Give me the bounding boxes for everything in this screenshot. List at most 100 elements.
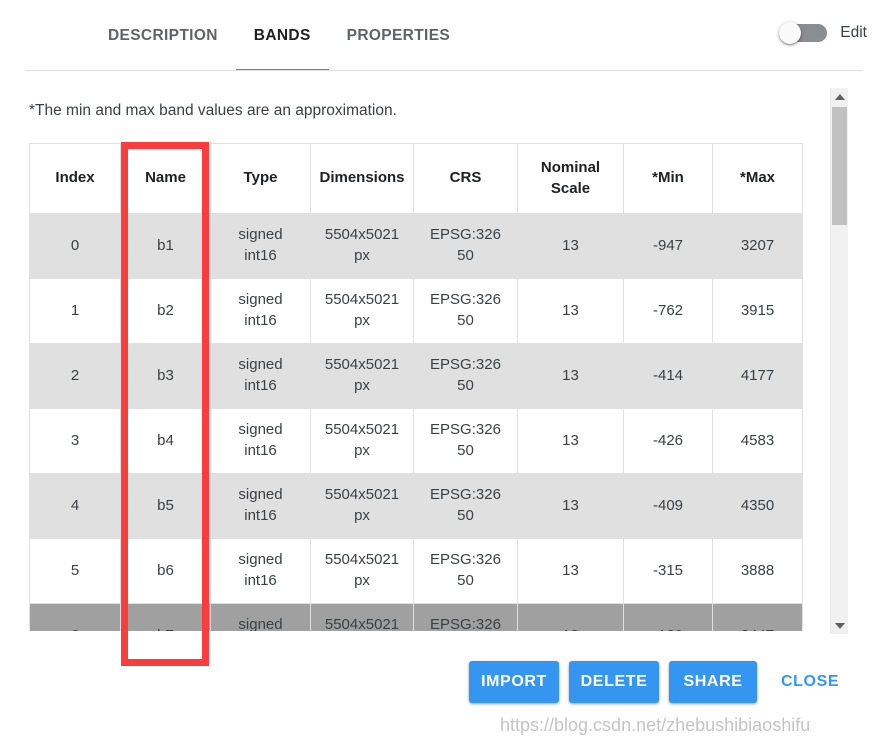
cell-type-line2: int16 xyxy=(215,571,306,592)
cell-dimensions: 5504x5021px xyxy=(311,604,414,632)
cell-type-line1: signed xyxy=(215,550,306,571)
col-header-dimensions[interactable]: Dimensions xyxy=(311,144,414,214)
col-header-index[interactable]: Index xyxy=(30,144,121,214)
col-header-type[interactable]: Type xyxy=(211,144,311,214)
cell-type: signedint16 xyxy=(211,604,311,632)
tab-properties[interactable]: PROPERTIES xyxy=(329,0,468,71)
cell-crs: EPSG:32650 xyxy=(414,214,518,279)
cell-dims-line2: px xyxy=(315,246,409,267)
tab-bar: DESCRIPTION BANDS PROPERTIES Edit xyxy=(0,0,889,71)
cell-name: b7 xyxy=(121,604,211,632)
dialog-footer: IMPORT DELETE SHARE CLOSE xyxy=(0,651,889,741)
cell-type-line1: signed xyxy=(215,485,306,506)
cell-index: 5 xyxy=(30,539,121,604)
cell-max: 4583 xyxy=(713,409,803,474)
cell-index: 6 xyxy=(30,604,121,632)
cell-name: b5 xyxy=(121,474,211,539)
approximation-note: *The min and max band values are an appr… xyxy=(29,102,397,120)
cell-type-line1: signed xyxy=(215,615,306,631)
table-row[interactable]: 3 b4 signedint16 5504x5021px EPSG:32650 … xyxy=(30,409,803,474)
cell-crs-line2: 50 xyxy=(418,311,513,332)
cell-crs-line1: EPSG:326 xyxy=(418,290,513,311)
cell-crs: EPSG:32650 xyxy=(414,539,518,604)
edit-toggle[interactable]: Edit xyxy=(779,22,867,44)
cell-type: signedint16 xyxy=(211,474,311,539)
scroll-down-arrow-icon[interactable] xyxy=(831,617,848,634)
table-row[interactable]: 4 b5 signedint16 5504x5021px EPSG:32650 … xyxy=(30,474,803,539)
cell-dimensions: 5504x5021px xyxy=(311,474,414,539)
cell-nominal-scale: 13 xyxy=(518,214,624,279)
cell-type: signedint16 xyxy=(211,214,311,279)
tab-description[interactable]: DESCRIPTION xyxy=(108,0,236,71)
cell-crs-line1: EPSG:326 xyxy=(418,225,513,246)
close-button[interactable]: CLOSE xyxy=(775,661,845,703)
cell-dims-line2: px xyxy=(315,571,409,592)
cell-type-line1: signed xyxy=(215,290,306,311)
cell-nominal-scale: 13 xyxy=(518,474,624,539)
cell-max: 3207 xyxy=(713,214,803,279)
cell-crs-line2: 50 xyxy=(418,506,513,527)
cell-type-line1: signed xyxy=(215,225,306,246)
scroll-up-arrow-icon[interactable] xyxy=(831,88,848,105)
bands-table: Index Name Type Dimensions CRS Nominal S… xyxy=(29,143,803,631)
cell-type-line2: int16 xyxy=(215,311,306,332)
tab-description-label: DESCRIPTION xyxy=(108,27,218,45)
cell-crs-line1: EPSG:326 xyxy=(418,550,513,571)
table-row[interactable]: 6 b7 signedint16 5504x5021px EPSG:32650 … xyxy=(30,604,803,632)
delete-button[interactable]: DELETE xyxy=(569,661,659,703)
cell-crs-line1: EPSG:326 xyxy=(418,485,513,506)
cell-name: b6 xyxy=(121,539,211,604)
cell-type: signedint16 xyxy=(211,409,311,474)
col-header-name[interactable]: Name xyxy=(121,144,211,214)
cell-dims-line1: 5504x5021 xyxy=(315,550,409,571)
cell-min: -762 xyxy=(624,279,713,344)
table-row[interactable]: 1 b2 signedint16 5504x5021px EPSG:32650 … xyxy=(30,279,803,344)
cell-dimensions: 5504x5021px xyxy=(311,279,414,344)
cell-type-line1: signed xyxy=(215,355,306,376)
cell-index: 0 xyxy=(30,214,121,279)
cell-index: 3 xyxy=(30,409,121,474)
cell-min: -315 xyxy=(624,539,713,604)
import-button[interactable]: IMPORT xyxy=(469,661,559,703)
tab-list: DESCRIPTION BANDS PROPERTIES xyxy=(108,0,468,71)
col-header-crs[interactable]: CRS xyxy=(414,144,518,214)
cell-dims-line1: 5504x5021 xyxy=(315,355,409,376)
cell-crs-line1: EPSG:326 xyxy=(418,355,513,376)
col-header-max[interactable]: *Max xyxy=(713,144,803,214)
cell-type: signedint16 xyxy=(211,344,311,409)
vertical-scrollbar[interactable] xyxy=(830,88,848,634)
cell-crs: EPSG:32650 xyxy=(414,409,518,474)
cell-crs-line2: 50 xyxy=(418,246,513,267)
cell-min: -409 xyxy=(624,474,713,539)
cell-nominal-scale: 13 xyxy=(518,279,624,344)
header-divider xyxy=(25,70,863,71)
scrollbar-thumb[interactable] xyxy=(832,107,847,225)
cell-dims-line1: 5504x5021 xyxy=(315,290,409,311)
cell-max: 3888 xyxy=(713,539,803,604)
toggle-switch-icon[interactable] xyxy=(779,22,830,44)
cell-min: -120 xyxy=(624,604,713,632)
cell-type: signedint16 xyxy=(211,539,311,604)
cell-dims-line2: px xyxy=(315,376,409,397)
cell-crs-line2: 50 xyxy=(418,571,513,592)
cell-index: 1 xyxy=(30,279,121,344)
cell-nominal-scale: 13 xyxy=(518,344,624,409)
cell-min: -426 xyxy=(624,409,713,474)
cell-dims-line2: px xyxy=(315,311,409,332)
col-header-nominal-scale[interactable]: Nominal Scale xyxy=(518,144,624,214)
table-row[interactable]: 0 b1 signedint16 5504x5021px EPSG:32650 … xyxy=(30,214,803,279)
table-body: 0 b1 signedint16 5504x5021px EPSG:32650 … xyxy=(30,214,803,632)
tab-bands[interactable]: BANDS xyxy=(236,0,329,71)
cell-max: 3915 xyxy=(713,279,803,344)
col-header-min[interactable]: *Min xyxy=(624,144,713,214)
cell-dims-line1: 5504x5021 xyxy=(315,420,409,441)
table-row[interactable]: 2 b3 signedint16 5504x5021px EPSG:32650 … xyxy=(30,344,803,409)
cell-index: 2 xyxy=(30,344,121,409)
cell-min: -414 xyxy=(624,344,713,409)
table-row[interactable]: 5 b6 signedint16 5504x5021px EPSG:32650 … xyxy=(30,539,803,604)
cell-index: 4 xyxy=(30,474,121,539)
cell-type-line2: int16 xyxy=(215,441,306,462)
share-button[interactable]: SHARE xyxy=(669,661,757,703)
cell-name: b2 xyxy=(121,279,211,344)
cell-type-line2: int16 xyxy=(215,246,306,267)
